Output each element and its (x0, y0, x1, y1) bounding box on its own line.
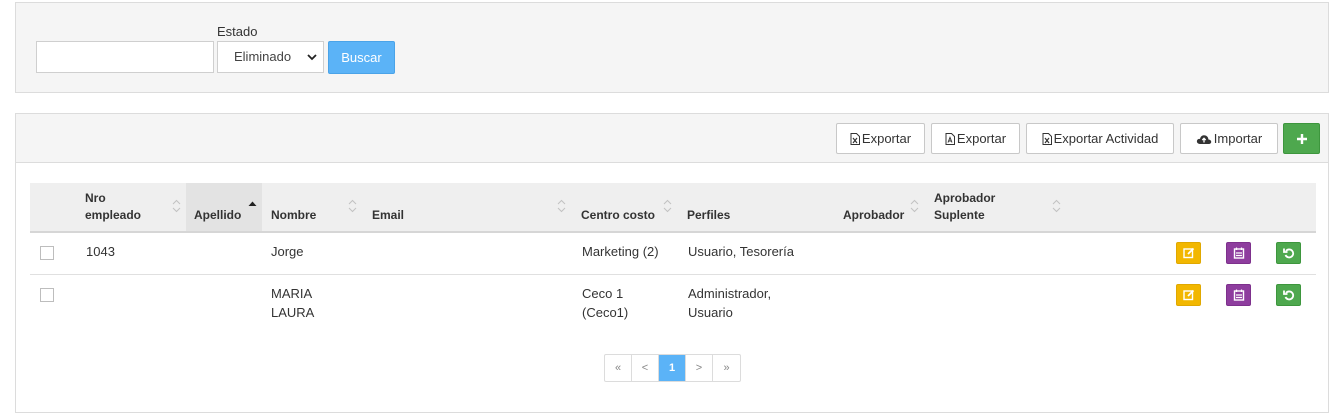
edit-button[interactable] (1176, 284, 1201, 306)
restore-icon (1283, 248, 1295, 259)
cell-perfiles-line: Administrador, (688, 286, 772, 301)
sort-icon (663, 199, 672, 213)
column-header-aprobador-suplente[interactable]: Aprobador Suplente (934, 190, 995, 224)
cell-perfiles-line: Usuario, Tesorería (688, 244, 794, 259)
restore-button[interactable] (1276, 242, 1301, 264)
export-pdf-button[interactable]: Exportar (931, 123, 1020, 154)
restore-icon (1283, 290, 1295, 301)
add-button[interactable] (1283, 123, 1320, 154)
sort-asc-icon (248, 201, 257, 206)
sort-icon (557, 199, 566, 213)
calendar-button[interactable] (1226, 242, 1251, 264)
pagination-current-page[interactable]: 1 (659, 355, 686, 381)
export-activity-button[interactable]: Exportar Actividad (1026, 123, 1174, 154)
estado-label: Estado (217, 24, 258, 39)
export-excel-button[interactable]: Exportar (836, 123, 925, 154)
table-row: MARIA LAURA Ceco 1 (Ceco1) Administrador… (30, 275, 1316, 327)
cell-nombre: Jorge (271, 242, 304, 261)
column-header-label: Nro (85, 191, 106, 205)
cell-perfiles: Administrador, Usuario (688, 284, 771, 322)
estado-select[interactable]: Eliminado (217, 41, 324, 73)
filter-panel: Estado Eliminado Buscar (15, 2, 1329, 93)
cell-nro-empleado: 1043 (86, 244, 115, 259)
cell-centro-costo-line: (Ceco1) (582, 305, 629, 320)
table-header: Nro empleado Apellido Nombre Email Centr… (30, 183, 1316, 233)
edit-icon (1183, 247, 1195, 259)
sort-icon (1052, 199, 1061, 213)
cell-centro-costo-line: Ceco 1 (582, 286, 624, 301)
import-label: Importar (1213, 131, 1263, 146)
cell-nombre: MARIA LAURA (271, 284, 314, 322)
restore-button[interactable] (1276, 284, 1301, 306)
table-row: 1043 Jorge Marketing (2) Usuario, Tesore… (30, 233, 1316, 275)
row-checkbox[interactable] (40, 246, 54, 260)
column-header-nombre[interactable]: Nombre (271, 207, 316, 224)
cell-perfiles-line: Usuario (688, 305, 733, 320)
cell-perfiles: Usuario, Tesorería (688, 242, 794, 261)
row-checkbox[interactable] (40, 288, 54, 302)
pagination-first[interactable]: « (605, 355, 632, 381)
search-input[interactable] (36, 41, 214, 73)
column-header-label: empleado (85, 208, 142, 222)
column-header-centro-costo[interactable]: Centro costo (581, 207, 655, 224)
column-header-perfiles[interactable]: Perfiles (687, 207, 730, 224)
file-pdf-icon (945, 133, 955, 145)
import-button[interactable]: Importar (1180, 123, 1278, 154)
cell-centro-costo: Marketing (2) (582, 242, 659, 261)
column-header-email[interactable]: Email (372, 207, 404, 224)
file-excel-icon (850, 133, 860, 145)
edit-button[interactable] (1176, 242, 1201, 264)
cell-nombre-line: MARIA (271, 286, 313, 301)
calendar-icon (1233, 289, 1245, 301)
cloud-upload-icon (1196, 135, 1212, 144)
cell-nombre-line: Jorge (271, 244, 304, 259)
cell-nombre-line: LAURA (271, 305, 315, 320)
sort-icon (172, 199, 181, 213)
calendar-icon (1233, 247, 1245, 259)
sort-icon (910, 199, 919, 213)
file-excel-icon (1042, 133, 1052, 145)
export-pdf-label: Exportar (956, 131, 1007, 146)
pagination-prev[interactable]: < (632, 355, 659, 381)
export-excel-label: Exportar (861, 131, 912, 146)
chevron-down-icon (307, 54, 317, 61)
pagination: « < 1 > » (604, 354, 741, 382)
sort-icon (348, 199, 357, 213)
column-header-aprobador[interactable]: Aprobador (843, 207, 904, 224)
edit-icon (1183, 289, 1195, 301)
pagination-next[interactable]: > (686, 355, 713, 381)
plus-icon (1297, 134, 1307, 144)
toolbar: Exportar Exportar Exportar Actividad Imp… (16, 114, 1328, 163)
cell-centro-costo: Ceco 1 (Ceco1) (582, 284, 628, 322)
estado-selected-value: Eliminado (234, 49, 292, 64)
cell-centro-costo-line: Marketing (2) (582, 244, 659, 259)
employees-panel: Exportar Exportar Exportar Actividad Imp… (15, 113, 1329, 413)
column-header-label: Suplente (934, 208, 985, 222)
pagination-last[interactable]: » (713, 355, 740, 381)
buscar-button[interactable]: Buscar (328, 41, 395, 74)
column-header-nro-empleado[interactable]: Nro empleado (85, 190, 141, 224)
column-header-label: Aprobador (934, 191, 996, 205)
export-activity-label: Exportar Actividad (1053, 131, 1159, 146)
column-header-apellido[interactable]: Apellido (194, 207, 241, 224)
calendar-button[interactable] (1226, 284, 1251, 306)
